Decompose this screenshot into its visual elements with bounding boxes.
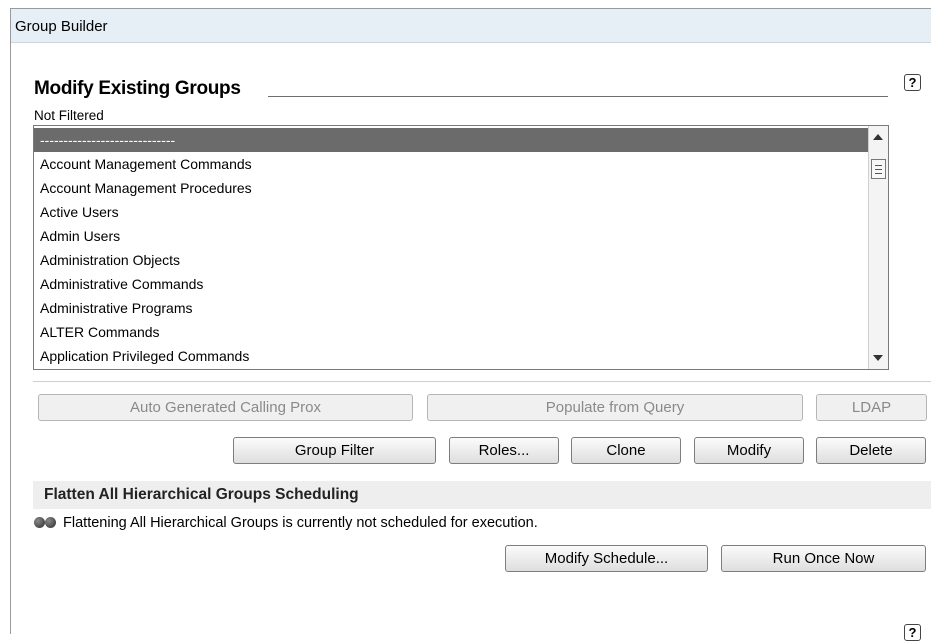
list-item[interactable]: ALTER Commands — [34, 320, 868, 344]
scroll-thumb[interactable] — [871, 159, 886, 179]
modify-schedule-button[interactable]: Modify Schedule... — [505, 545, 708, 572]
list-item[interactable]: Administrative Commands — [34, 272, 868, 296]
list-item[interactable]: Administrative Programs — [34, 296, 868, 320]
clone-button[interactable]: Clone — [571, 437, 681, 464]
populate-from-query-button[interactable]: Populate from Query — [427, 394, 803, 421]
status-dots-icon — [34, 516, 56, 532]
section-divider — [268, 96, 888, 97]
list-item[interactable]: Admin Users — [34, 224, 868, 248]
list-item[interactable]: Application Privileged Commands — [34, 344, 868, 368]
filter-status: Not Filtered — [34, 108, 104, 123]
schedule-status-text: Flattening All Hierarchical Groups is cu… — [63, 515, 538, 531]
scroll-up-arrow-icon[interactable] — [873, 134, 883, 140]
modify-button[interactable]: Modify — [694, 437, 804, 464]
schedule-status-row: Flattening All Hierarchical Groups is cu… — [34, 515, 538, 532]
scroll-down-arrow-icon[interactable] — [873, 355, 883, 361]
list-scrollbar[interactable] — [868, 126, 888, 369]
title-bar: Group Builder — [11, 9, 931, 43]
list-item[interactable]: Account Management Procedures — [34, 176, 868, 200]
roles-button[interactable]: Roles... — [449, 437, 559, 464]
delete-button[interactable]: Delete — [816, 437, 926, 464]
help-icon[interactable]: ? — [904, 74, 921, 91]
list-item[interactable]: Active Users — [34, 200, 868, 224]
divider — [33, 381, 931, 382]
list-item[interactable]: ----------------------------- — [34, 128, 868, 152]
scheduling-title: Flatten All Hierarchical Groups Scheduli… — [44, 486, 359, 503]
group-filter-button[interactable]: Group Filter — [233, 437, 436, 464]
list-item[interactable]: Administration Objects — [34, 248, 868, 272]
ldap-button[interactable]: LDAP — [816, 394, 927, 421]
group-listbox[interactable]: ----------------------------- Account Ma… — [33, 125, 889, 370]
help-icon[interactable]: ? — [904, 624, 921, 641]
section-title: Modify Existing Groups — [34, 78, 241, 99]
window-title: Group Builder — [15, 18, 108, 35]
auto-generated-button[interactable]: Auto Generated Calling Prox — [38, 394, 413, 421]
scheduling-header: Flatten All Hierarchical Groups Scheduli… — [33, 481, 931, 509]
run-once-now-button[interactable]: Run Once Now — [721, 545, 926, 572]
list-item[interactable]: Account Management Commands — [34, 152, 868, 176]
